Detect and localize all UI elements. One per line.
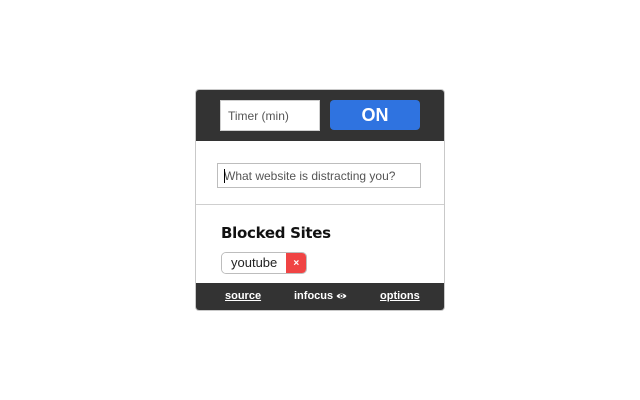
blocked-sites-heading: Blocked Sites [221,224,331,242]
website-input[interactable] [217,163,421,188]
extension-popup: ON Blocked Sites youtube × source infocu… [195,89,445,311]
options-link[interactable]: options [380,290,420,302]
blocked-site-chip: youtube × [221,252,308,274]
brand-label: infocus [294,290,334,302]
blocked-site-label: youtube [222,253,287,273]
brand: infocus [294,290,347,302]
source-link[interactable]: source [225,290,261,302]
footer-bar: source infocus options [196,283,444,310]
timer-input[interactable] [220,100,320,131]
add-site-section [196,141,444,205]
top-bar: ON [196,90,444,141]
eye-icon [336,293,347,299]
text-caret [224,169,225,183]
toggle-on-button[interactable]: ON [330,100,420,130]
remove-site-button[interactable]: × [286,253,307,273]
